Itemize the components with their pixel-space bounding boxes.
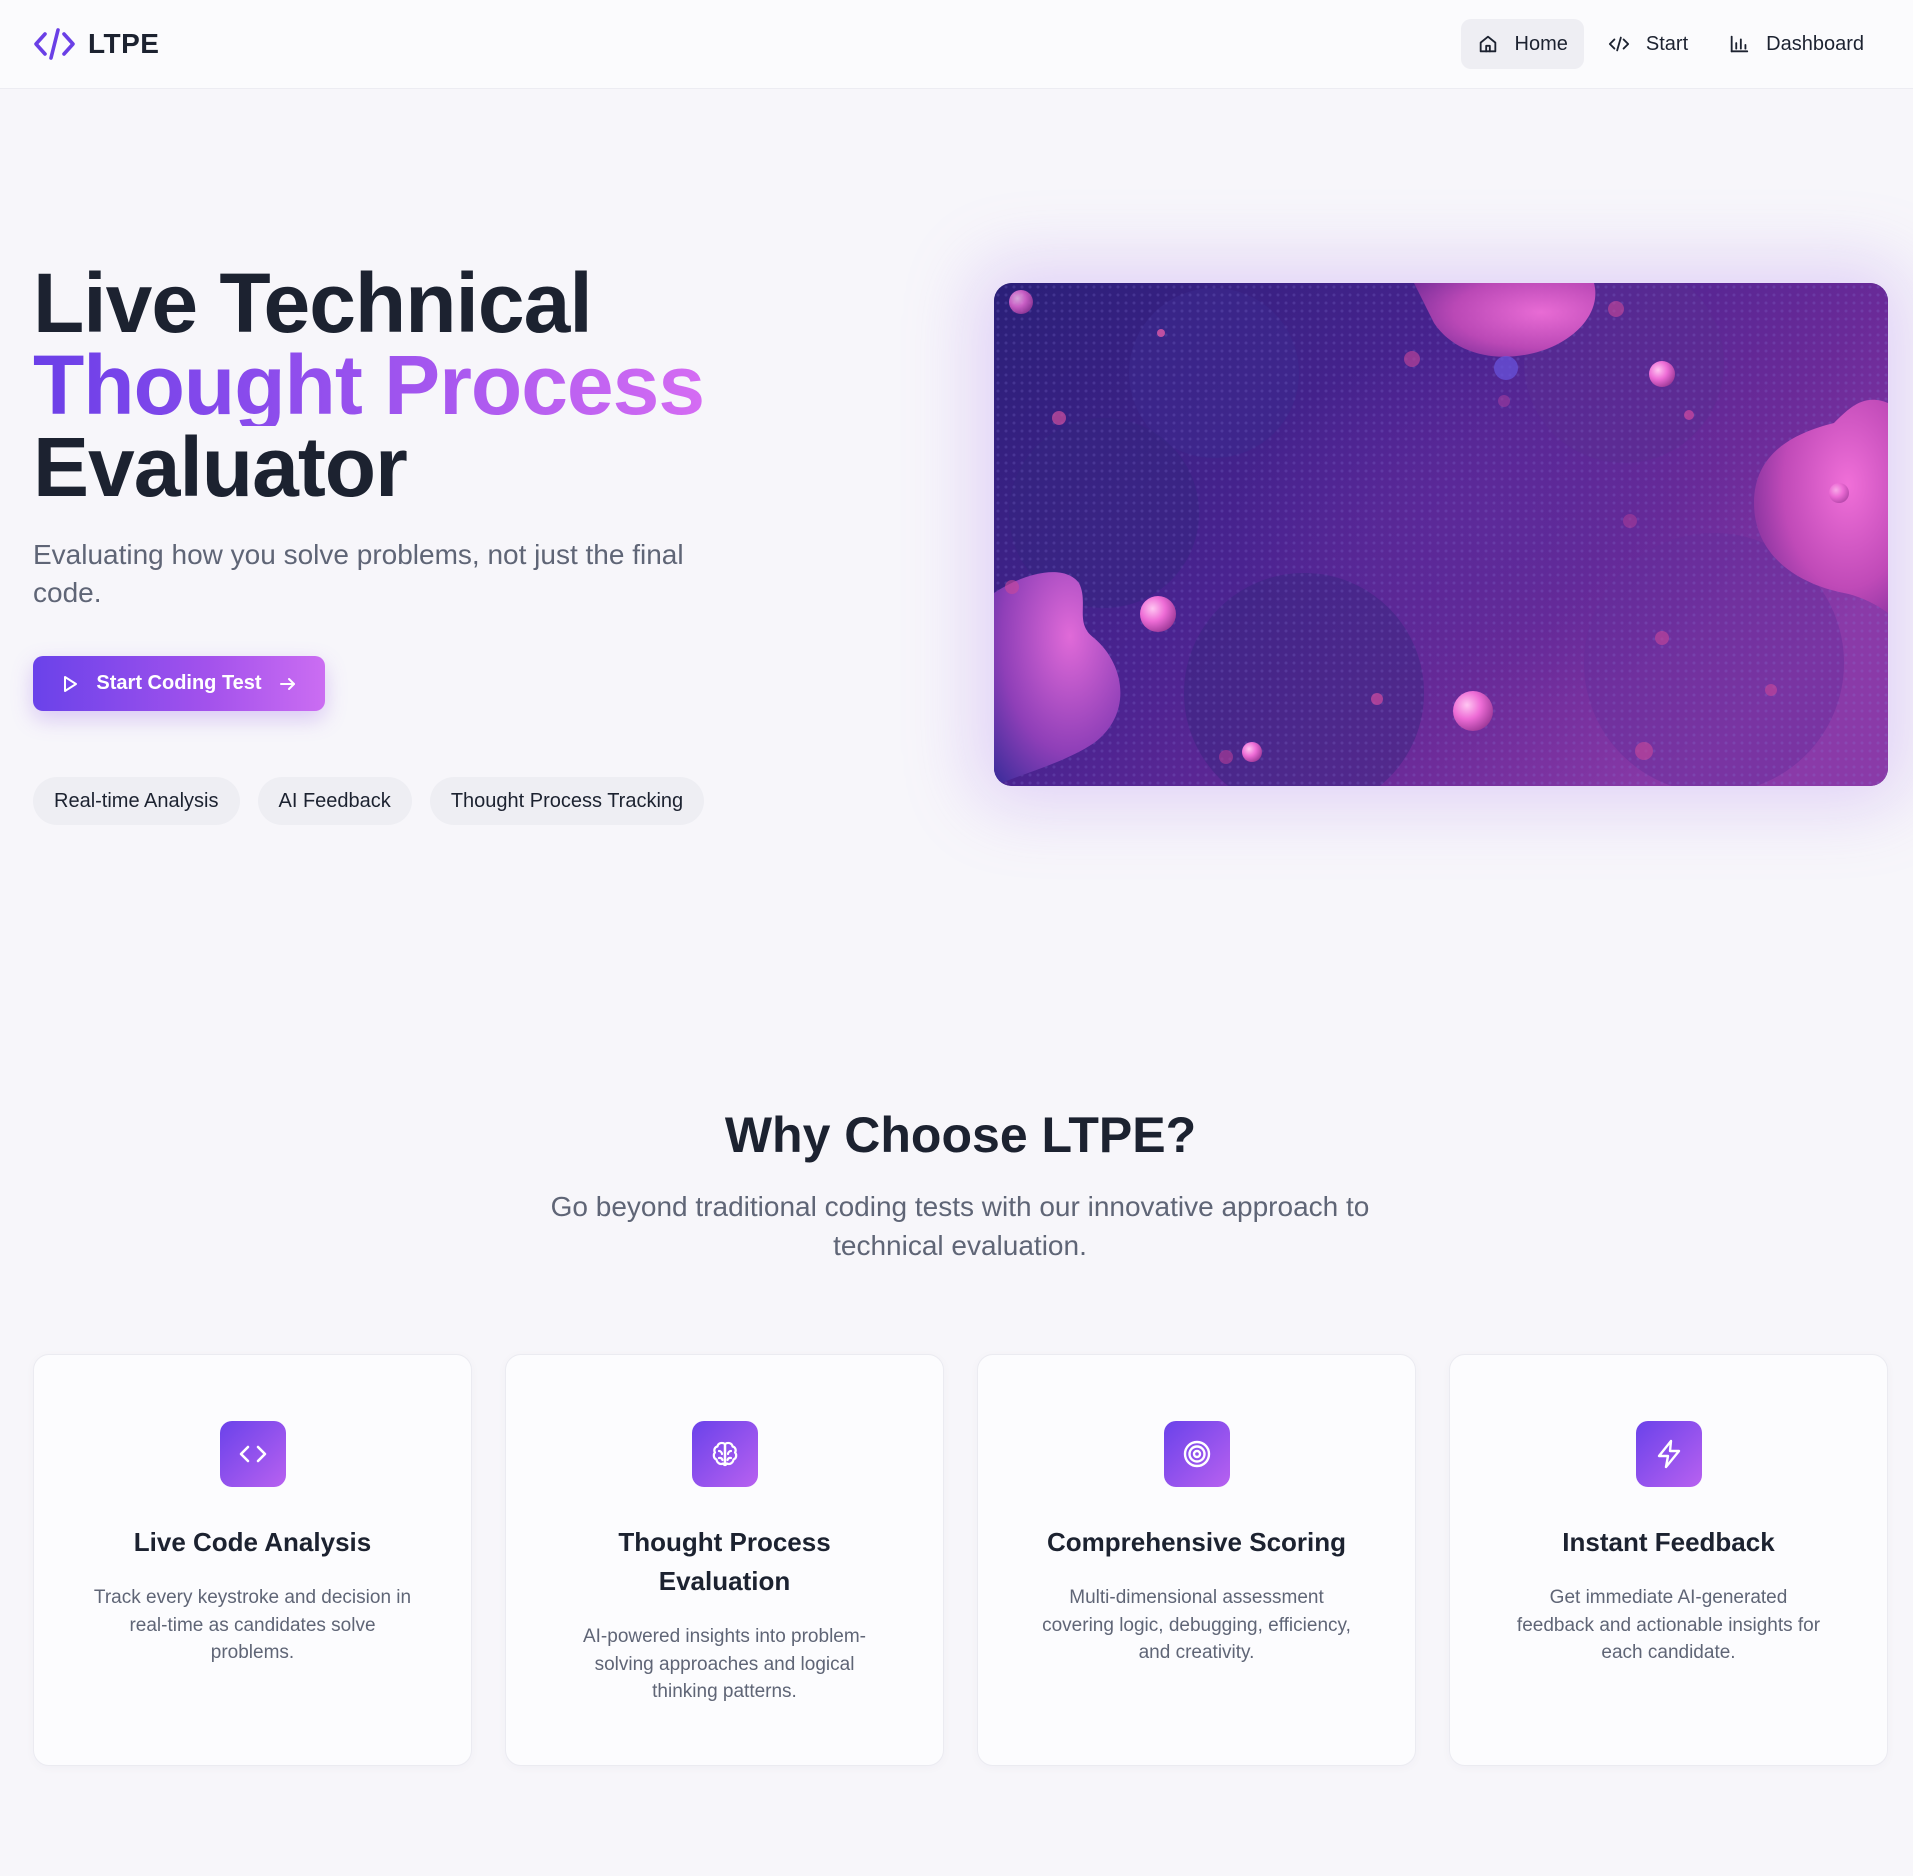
feature-title: Thought Process Evaluation [618,1527,831,1596]
nav-dashboard-label: Dashboard [1766,32,1864,55]
feature-card-thought-process-evaluation: Thought Process Evaluation AI-powered in… [505,1354,944,1766]
bar-chart-icon [1730,35,1749,53]
hero-subtitle: Evaluating how you solve problems, not j… [33,539,684,608]
feature-description: Get immediate AI-generated feedback and … [1516,1587,1821,1663]
code-logo-icon [34,28,75,60]
cta-label: Start Coding Test [96,672,262,694]
start-coding-test-button[interactable]: Start Coding Test [33,656,325,711]
nav-links: Home Start Dashboard [1460,19,1880,69]
feature-card-comprehensive-scoring: Comprehensive Scoring Multi-dimensional … [977,1354,1416,1766]
feature-card-instant-feedback: Instant Feedback Get immediate AI-genera… [1449,1354,1888,1766]
nav-dashboard-link[interactable]: Dashboard [1712,19,1880,69]
feature-tags: Real-time Analysis AI Feedback Thought P… [33,777,705,825]
code-icon [219,1421,286,1487]
home-icon [1479,35,1496,53]
target-icon [1163,1421,1230,1487]
tag-thought-process-tracking: Thought Process Tracking [429,777,705,825]
code-icon [1608,36,1629,52]
feature-description: AI-powered insights into problem-solving… [582,1626,867,1702]
hero-illustration [994,283,1888,786]
feature-cards: Live Code Analysis Track every keystroke… [33,1354,1888,1766]
why-section-subtitle: Go beyond traditional coding tests with … [550,1191,1370,1261]
feature-description: Multi-dimensional assessment covering lo… [1042,1587,1351,1663]
feature-title: Instant Feedback [1562,1527,1775,1557]
top-navbar: LTPE Home Start Dashboard [0,0,1913,89]
feature-title: Live Code Analysis [133,1527,372,1557]
abstract-bubbles-illustration [994,283,1888,786]
nav-start-label: Start [1645,32,1689,55]
feature-description: Track every keystroke and decision in re… [93,1587,412,1663]
hero-title-line1: Live Technical [33,256,593,350]
tag-real-time-analysis: Real-time Analysis [33,777,240,825]
hero-title: Live Technical Thought Process Evaluator [33,256,705,514]
nav-home-link[interactable]: Home [1460,19,1584,69]
nav-start-link[interactable]: Start [1592,19,1704,69]
play-icon [64,675,78,692]
hero-title-line3: Evaluator [33,420,408,514]
brain-icon [691,1421,758,1487]
tag-ai-feedback: AI Feedback [257,777,412,825]
brand-name: LTPE [88,28,160,59]
hero-title-line2: Thought Process [33,338,705,432]
feature-card-live-code-analysis: Live Code Analysis Track every keystroke… [33,1354,472,1766]
lightning-icon [1635,1421,1702,1487]
brand-logo[interactable]: LTPE [33,24,159,64]
arrow-right-icon [279,677,295,690]
nav-home-label: Home [1514,32,1568,55]
feature-title: Comprehensive Scoring [1046,1527,1347,1557]
why-section-title: Why Choose LTPE? [724,1107,1197,1163]
